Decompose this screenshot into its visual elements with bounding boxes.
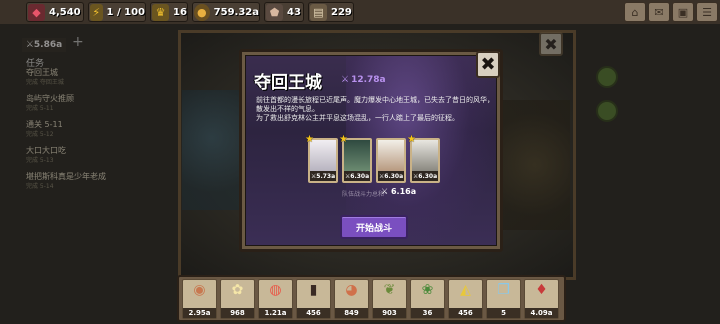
stage-description: 前往首都的漫长旅程已近尾声。魔力爆发中心地王城，已失去了昔日的风华， 散发出不祥…: [256, 96, 496, 122]
meat-icon: ◉: [193, 282, 206, 298]
description-line: 散发出不祥的气息。: [256, 104, 319, 113]
gem-counter: ◆ 4,540: [26, 2, 84, 22]
description-line: 前往首都的漫长旅程已近尾声。魔力爆发中心地王城，已失去了昔日的风华，: [256, 96, 494, 104]
add-button[interactable]: +: [72, 34, 84, 50]
sword-icon: ⚔: [341, 75, 350, 85]
item-slot-strawberry[interactable]: ♦ 4.09a: [524, 279, 559, 319]
start-battle-button[interactable]: 开始战斗: [340, 215, 408, 239]
camera-icon: ▣: [677, 5, 689, 19]
star-icon: ★: [407, 134, 416, 145]
recommended-power: ⚔ 12.78a: [341, 75, 386, 85]
shield-value: 43: [287, 6, 301, 18]
coin-icon: ●: [194, 3, 210, 21]
hero-power: ⚔ 5.73a: [310, 171, 336, 181]
item-quantity: 2.95a: [183, 308, 216, 318]
item-slot-corn[interactable]: ❦ 903: [372, 279, 407, 319]
menu-button[interactable]: ☰: [696, 2, 718, 22]
energy-icon: ⚡: [90, 3, 103, 21]
strawberry-icon: ♦: [535, 282, 548, 298]
scroll-counter: ▤ 229: [308, 2, 354, 22]
trophy-value: 16: [173, 6, 187, 18]
popcorn-icon: ✿: [231, 282, 244, 298]
camera-button[interactable]: ▣: [672, 2, 694, 22]
gem-value: 4,540: [49, 6, 81, 18]
dialog-body: 夺回王城 ⚔ 12.78a 前往首都的漫长旅程已近尾声。魔力爆发中心地王城，已失…: [245, 55, 497, 246]
item-quantity: 849: [335, 308, 368, 318]
quest-item[interactable]: 通关 5-11 完成 5-12: [26, 120, 63, 140]
hero-portrait: [378, 140, 404, 171]
ice-icon: ❒: [497, 282, 510, 298]
team-power-badge: ⚔ 5.86a: [22, 38, 66, 52]
gem-icon: ◆: [28, 3, 45, 21]
energy-counter: ⚡ 1 / 100: [88, 2, 146, 22]
quest-item[interactable]: 大口大口吃 完成 5-13: [26, 146, 66, 166]
menu-icon: ☰: [702, 5, 712, 19]
item-quantity: 456: [297, 308, 330, 318]
sushi-icon: ◍: [269, 282, 282, 298]
chicken-icon: ◕: [345, 282, 358, 298]
item-slot-cheese[interactable]: ◭ 456: [448, 279, 483, 319]
item-slot-ice[interactable]: ❒ 5: [486, 279, 521, 319]
jar-icon: ▮: [309, 282, 318, 298]
hero-lineup: ⚔ 5.73a ★ ⚔ 6.30a ★ ⚔ 6.30a ⚔ 6.30a ★: [305, 134, 440, 183]
background-close-button[interactable]: ✖: [539, 32, 563, 56]
shield-icon: ⬟: [266, 3, 283, 21]
item-slot-sushi[interactable]: ◍ 1.21a: [258, 279, 293, 319]
item-slot-popcorn[interactable]: ✿ 968: [220, 279, 255, 319]
mail-button[interactable]: ✉: [648, 2, 670, 22]
corn-icon: ❦: [383, 282, 396, 298]
item-slot-veggie[interactable]: ❀ 36: [410, 279, 445, 319]
item-quantity: 456: [449, 308, 482, 318]
hero-power: ⚔ 6.30a: [378, 171, 404, 181]
veggie-icon: ❀: [421, 282, 434, 298]
stage-dialog: 夺回王城 ⚔ 12.78a 前往首都的漫长旅程已近尾声。魔力爆发中心地王城，已失…: [239, 49, 503, 252]
hero-slot[interactable]: ⚔ 6.30a ★: [407, 134, 440, 183]
cheese-icon: ◭: [460, 282, 471, 298]
side-round-button: [596, 100, 618, 122]
trophy-counter: ♛ 16: [150, 2, 188, 22]
star-icon: ★: [305, 134, 314, 145]
item-quantity: 1.21a: [259, 308, 292, 318]
item-bar: ◉ 2.95a ✿ 968 ◍ 1.21a ▮ 456 ◕ 849 ❦ 903 ❀ 36 ◭ 4…: [177, 275, 566, 322]
hero-slot[interactable]: ⚔ 5.73a ★: [305, 134, 338, 183]
energy-value: 1 / 100: [106, 6, 145, 18]
item-quantity: 903: [373, 308, 406, 318]
quest-item[interactable]: 堪把斯科真是少年老成 完成 5-14: [26, 172, 106, 192]
hero-power: ⚔ 6.30a: [344, 171, 370, 181]
team-power-label: 队伍战斗力总和: [342, 191, 385, 198]
trophy-icon: ♛: [152, 3, 169, 21]
scroll-icon: ▤: [310, 3, 327, 21]
resource-bar: ◆ 4,540 ⚡ 1 / 100 ♛ 16 ● 759.32a ⬟ 43 ▤ …: [0, 0, 720, 24]
home-icon: ⌂: [631, 5, 639, 19]
hero-slot[interactable]: ⚔ 6.30a: [376, 138, 406, 183]
hero-power: ⚔ 6.30a: [412, 171, 438, 181]
hero-slot[interactable]: ⚔ 6.30a ★: [339, 134, 372, 183]
shield-counter: ⬟ 43: [264, 2, 304, 22]
home-button[interactable]: ⌂: [624, 2, 646, 22]
quest-item[interactable]: 夺回王城 完成 夺回王城: [26, 68, 64, 88]
map-decoration: [500, 100, 570, 230]
stage-title: 夺回王城: [254, 73, 322, 93]
close-icon: ✖: [544, 34, 558, 54]
item-slot-meat[interactable]: ◉ 2.95a: [182, 279, 217, 319]
quest-item[interactable]: 岛屿守火推顾 完成 5-11: [26, 94, 74, 114]
item-quantity: 5: [487, 308, 520, 318]
item-quantity: 4.09a: [525, 308, 558, 318]
map-decoration: [182, 90, 242, 210]
item-quantity: 36: [411, 308, 444, 318]
side-round-button: [596, 66, 618, 88]
coin-value: 759.32a: [213, 6, 259, 18]
mail-icon: ✉: [654, 5, 664, 19]
item-slot-chicken[interactable]: ◕ 849: [334, 279, 369, 319]
team-power-total: ⚔ 6.16a: [381, 187, 417, 196]
recommended-power-value: 12.78a: [351, 75, 386, 85]
star-icon: ★: [339, 134, 348, 145]
coin-counter: ● 759.32a: [192, 2, 260, 22]
item-quantity: 968: [221, 308, 254, 318]
item-slot-jar[interactable]: ▮ 456: [296, 279, 331, 319]
scroll-value: 229: [331, 6, 352, 18]
dialog-close-button[interactable]: ✖: [476, 51, 500, 78]
description-line: 为了救出舒克林公主并平息这场混乱，一行人踏上了最后的征程。: [256, 113, 459, 122]
close-icon: ✖: [480, 54, 496, 75]
